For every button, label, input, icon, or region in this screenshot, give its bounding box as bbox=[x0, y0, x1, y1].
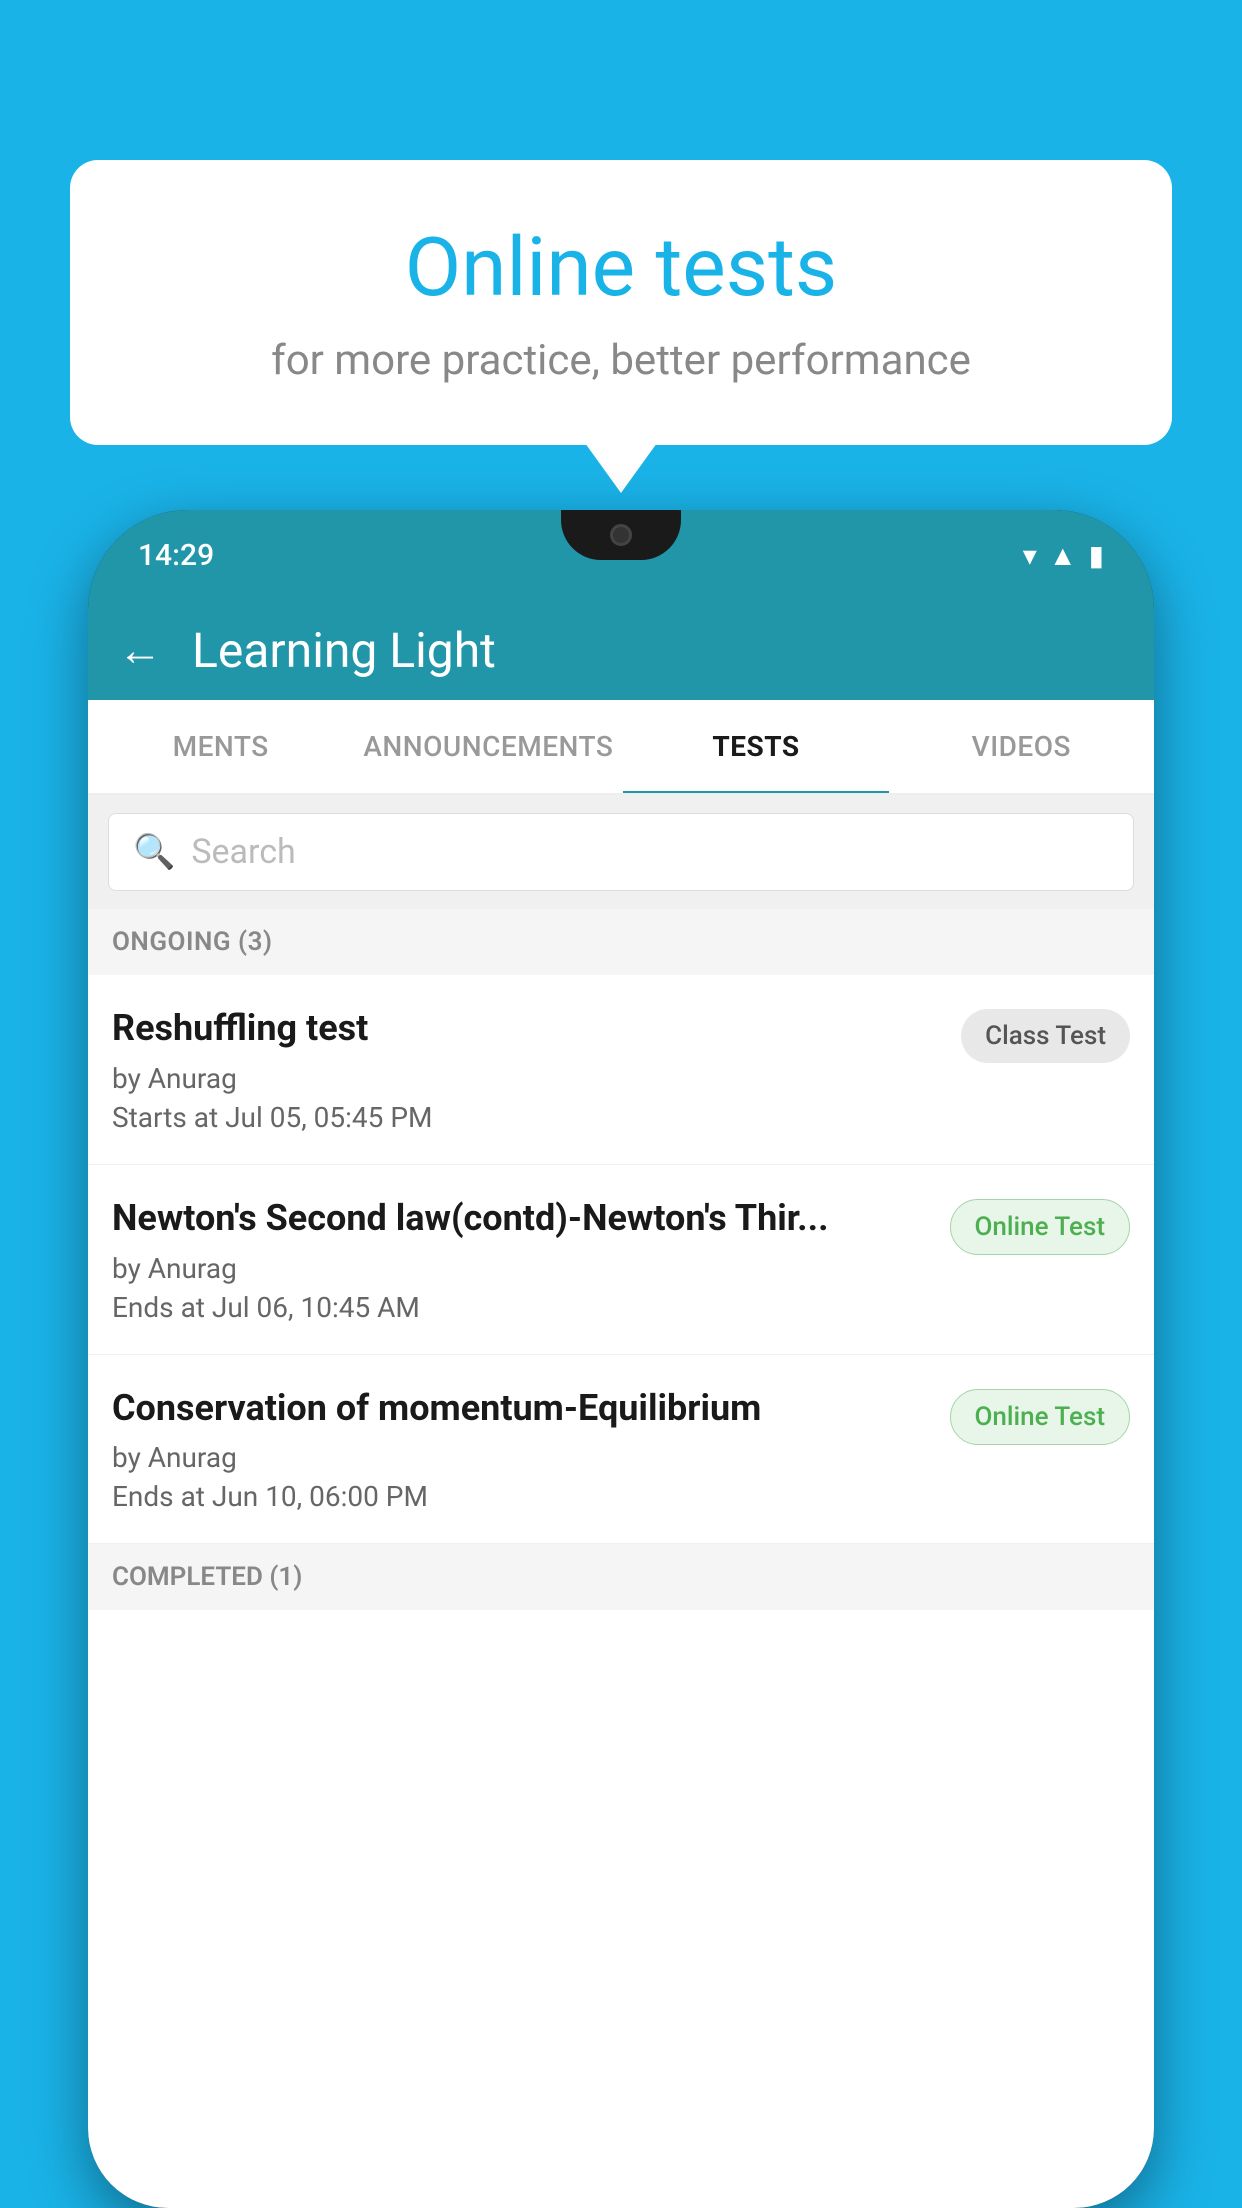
status-time: 14:29 bbox=[138, 538, 214, 573]
online-test-badge: Online Test bbox=[950, 1389, 1131, 1445]
test-date: Ends at Jun 10, 06:00 PM bbox=[112, 1480, 930, 1513]
status-bar: 14:29 ▾ ▲ ▮ bbox=[88, 510, 1154, 600]
test-date: Starts at Jul 05, 05:45 PM bbox=[112, 1101, 941, 1134]
battery-icon: ▮ bbox=[1089, 539, 1104, 572]
test-info: Reshuffling test by Anurag Starts at Jul… bbox=[112, 1005, 961, 1134]
phone-notch bbox=[561, 510, 681, 560]
speech-bubble-container: Online tests for more practice, better p… bbox=[70, 160, 1172, 445]
bubble-subtitle: for more practice, better performance bbox=[150, 336, 1092, 385]
search-bar[interactable]: 🔍 Search bbox=[108, 813, 1134, 891]
app-header: ← Learning Light bbox=[88, 600, 1154, 700]
tab-ments[interactable]: MENTS bbox=[88, 700, 353, 793]
test-author: by Anurag bbox=[112, 1062, 941, 1095]
search-bar-container: 🔍 Search bbox=[88, 795, 1154, 909]
camera bbox=[610, 524, 632, 546]
search-placeholder: Search bbox=[191, 832, 1109, 872]
back-button[interactable]: ← bbox=[118, 624, 162, 676]
signal-icon: ▲ bbox=[1049, 539, 1077, 572]
tabs-bar: MENTS ANNOUNCEMENTS TESTS VIDEOS bbox=[88, 700, 1154, 795]
test-item[interactable]: Newton's Second law(contd)-Newton's Thir… bbox=[88, 1165, 1154, 1355]
online-test-badge: Online Test bbox=[950, 1199, 1131, 1255]
speech-bubble: Online tests for more practice, better p… bbox=[70, 160, 1172, 445]
test-list: Reshuffling test by Anurag Starts at Jul… bbox=[88, 975, 1154, 1544]
test-item[interactable]: Conservation of momentum-Equilibrium by … bbox=[88, 1355, 1154, 1545]
status-icons: ▾ ▲ ▮ bbox=[1023, 539, 1104, 572]
test-title: Conservation of momentum-Equilibrium bbox=[112, 1385, 930, 1432]
test-title: Reshuffling test bbox=[112, 1005, 941, 1052]
phone-screen: MENTS ANNOUNCEMENTS TESTS VIDEOS 🔍 Searc… bbox=[88, 700, 1154, 2208]
ongoing-section-label: ONGOING (3) bbox=[88, 909, 1154, 975]
test-info: Newton's Second law(contd)-Newton's Thir… bbox=[112, 1195, 950, 1324]
tab-announcements[interactable]: ANNOUNCEMENTS bbox=[353, 700, 623, 793]
test-info: Conservation of momentum-Equilibrium by … bbox=[112, 1385, 950, 1514]
app-title: Learning Light bbox=[192, 622, 496, 679]
class-test-badge: Class Test bbox=[961, 1009, 1130, 1063]
completed-section-label: COMPLETED (1) bbox=[88, 1544, 1154, 1610]
test-author: by Anurag bbox=[112, 1252, 930, 1285]
test-author: by Anurag bbox=[112, 1441, 930, 1474]
bubble-title: Online tests bbox=[150, 220, 1092, 316]
test-item[interactable]: Reshuffling test by Anurag Starts at Jul… bbox=[88, 975, 1154, 1165]
test-date: Ends at Jul 06, 10:45 AM bbox=[112, 1291, 930, 1324]
phone-frame: 14:29 ▾ ▲ ▮ ← Learning Light MENTS ANNOU… bbox=[88, 510, 1154, 2208]
tab-videos[interactable]: VIDEOS bbox=[889, 700, 1154, 793]
test-title: Newton's Second law(contd)-Newton's Thir… bbox=[112, 1195, 930, 1242]
wifi-icon: ▾ bbox=[1023, 539, 1037, 572]
tab-tests[interactable]: TESTS bbox=[623, 700, 888, 793]
search-icon: 🔍 bbox=[133, 832, 175, 872]
